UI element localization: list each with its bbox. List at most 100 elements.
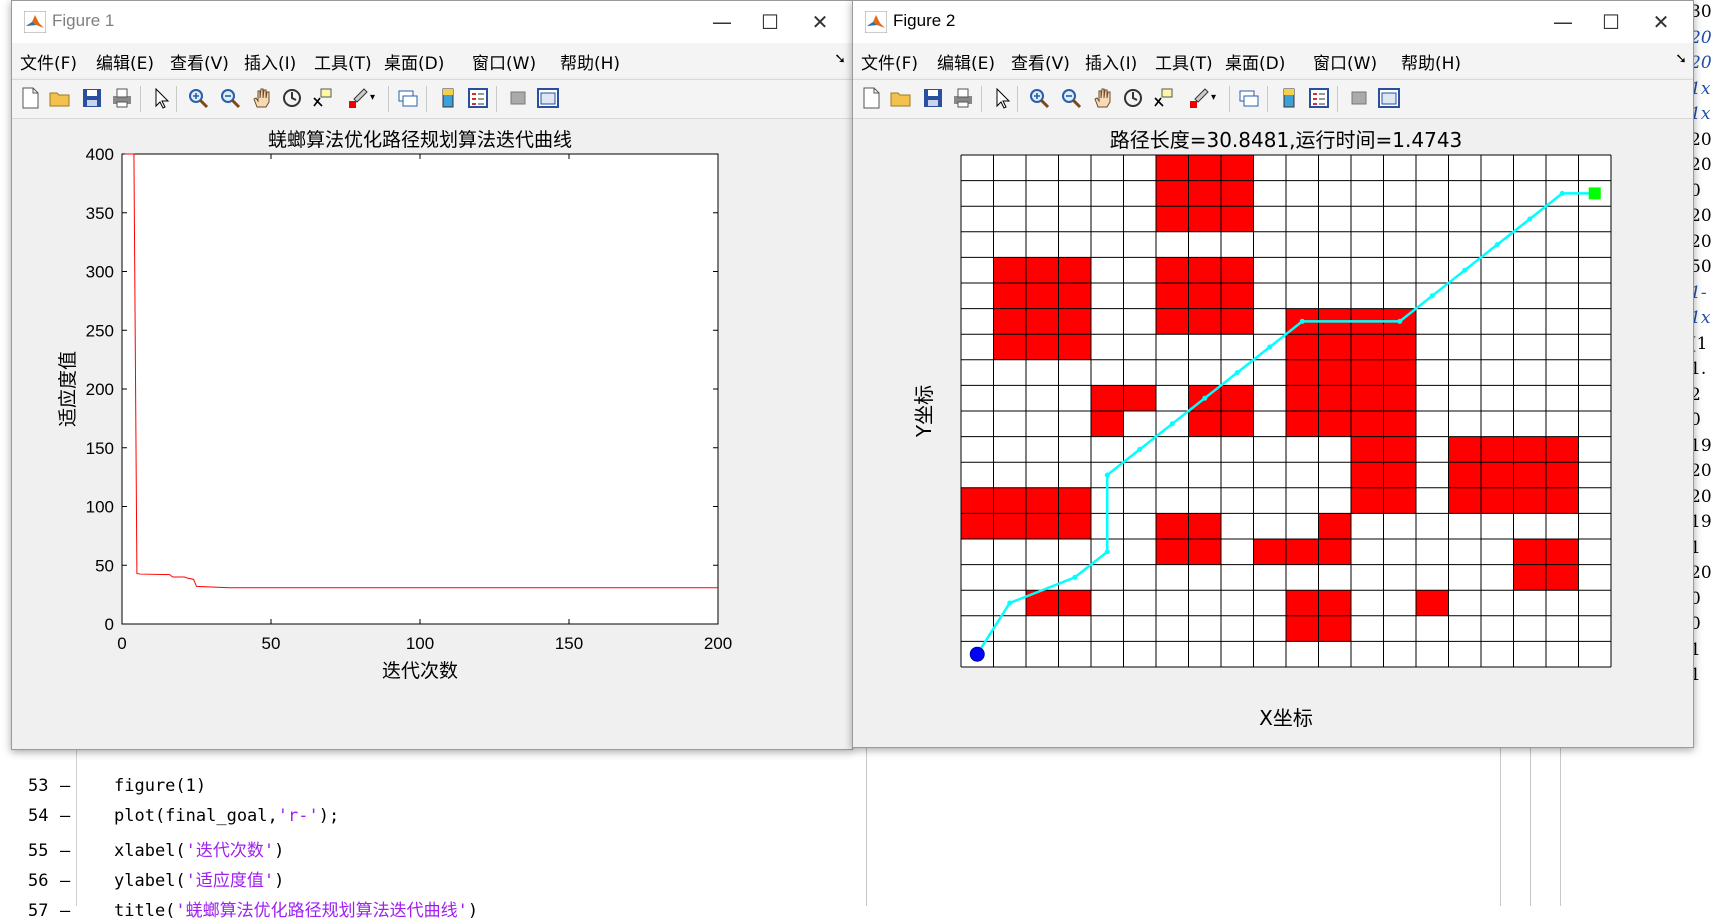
dock-arrow-icon[interactable]: ➘ — [834, 51, 846, 67]
y-tick-label: 0 — [105, 615, 114, 634]
save-icon[interactable] — [80, 86, 104, 110]
line-number: 57 — [28, 901, 49, 921]
menu-item[interactable]: 桌面(D) — [384, 49, 444, 74]
brush-icon[interactable] — [1187, 86, 1211, 110]
menu-item[interactable]: 查看(V) — [1011, 49, 1070, 74]
menu-item[interactable]: 插入(I) — [244, 49, 296, 74]
pointer-icon[interactable] — [991, 86, 1015, 110]
brush-dropdown-icon[interactable]: ▾ — [1211, 86, 1221, 110]
zoom-in-icon[interactable] — [1027, 86, 1051, 110]
obstacle-cell — [1221, 206, 1254, 232]
data-cursor-icon[interactable] — [310, 86, 334, 110]
obstacle-cell — [1221, 155, 1254, 181]
zoom-out-icon[interactable] — [1059, 86, 1083, 110]
panel-divider[interactable] — [1530, 730, 1531, 906]
menu-item[interactable]: 文件(F) — [20, 49, 77, 74]
editor-split-divider[interactable] — [866, 730, 867, 906]
hide-plot-tools-icon[interactable] — [506, 86, 530, 110]
obstacle-cell — [1351, 359, 1384, 386]
menu-item[interactable]: 工具(T) — [1155, 49, 1213, 74]
maximize-button[interactable]: ☐ — [750, 7, 790, 37]
menu-item[interactable]: 编辑(E) — [937, 49, 995, 74]
minimize-button[interactable]: — — [702, 7, 742, 37]
open-folder-icon[interactable] — [48, 86, 72, 110]
rotate-3d-icon[interactable] — [1121, 86, 1145, 110]
legend-icon[interactable] — [466, 86, 490, 110]
obstacle-cell — [1318, 590, 1351, 616]
close-button[interactable]: ✕ — [1641, 7, 1681, 37]
menu-item[interactable]: 帮助(H) — [560, 49, 620, 74]
obstacle-cell — [1026, 487, 1059, 514]
print-icon[interactable] — [951, 86, 975, 110]
legend-icon[interactable] — [1307, 86, 1331, 110]
figure2-titlebar[interactable]: Figure 2 — ☐ ✕ — [853, 1, 1693, 43]
menu-item[interactable]: 查看(V) — [170, 49, 229, 74]
figure1-title: Figure 1 — [52, 11, 115, 30]
dock-arrow-icon[interactable]: ➘ — [1675, 51, 1687, 67]
line-number: 55 — [28, 841, 49, 861]
path-waypoint — [1202, 395, 1208, 401]
code-editor[interactable]: plot_global_best,53—figure(1)54—plot(fin… — [0, 720, 1500, 921]
menu-item[interactable]: 工具(T) — [314, 49, 372, 74]
link-plot-icon[interactable] — [396, 86, 420, 110]
hide-plot-tools-icon[interactable] — [1347, 86, 1371, 110]
rotate-3d-icon[interactable] — [280, 86, 304, 110]
menu-item[interactable]: 窗口(W) — [472, 49, 536, 74]
breakpoint-marker[interactable]: — — [60, 901, 114, 921]
obstacle-cell — [1318, 539, 1351, 565]
obstacle-cell — [1026, 257, 1059, 283]
figure1-titlebar[interactable]: Figure 1 — ☐ ✕ — [12, 1, 852, 43]
pan-hand-icon[interactable] — [1091, 86, 1115, 110]
print-icon[interactable] — [110, 86, 134, 110]
zoom-in-icon[interactable] — [186, 86, 210, 110]
menu-item[interactable]: 窗口(W) — [1313, 49, 1377, 74]
menu-item[interactable]: 编辑(E) — [96, 49, 154, 74]
breakpoint-marker[interactable]: — — [60, 841, 114, 861]
breakpoint-marker[interactable]: — — [60, 871, 114, 891]
colorbar-icon[interactable] — [1277, 86, 1301, 110]
figure2-window[interactable]: Figure 2 — ☐ ✕ 文件(F) 编辑(E) 查看(V) 插入(I) 工具(T)… — [852, 0, 1694, 748]
close-button[interactable]: ✕ — [800, 7, 840, 37]
brush-dropdown-icon[interactable]: ▾ — [370, 86, 380, 110]
pointer-icon[interactable] — [150, 86, 174, 110]
menu-item[interactable]: 插入(I) — [1085, 49, 1137, 74]
save-icon[interactable] — [921, 86, 945, 110]
brush-icon[interactable] — [346, 86, 370, 110]
obstacle-cell — [1351, 487, 1384, 514]
maximize-button[interactable]: ☐ — [1591, 7, 1631, 37]
obstacle-cell — [961, 513, 994, 539]
toolbar-separator — [388, 86, 389, 112]
figure1-window[interactable]: Figure 1 — ☐ ✕ 文件(F) 编辑(E) 查看(V) 插入(I) 工具(T)… — [11, 0, 853, 750]
panel-divider-2 — [1560, 730, 1561, 906]
new-file-icon[interactable] — [18, 86, 42, 110]
start-point-marker — [969, 646, 985, 662]
obstacle-cell — [1481, 462, 1514, 488]
convergence-chart[interactable]: 0 50 100 150 200 0 50 100 150 200 250 300 350 400 蜣螂算法… — [12, 119, 850, 747]
obstacle-cell — [1123, 385, 1156, 411]
breakpoint-marker[interactable]: — — [60, 806, 114, 826]
link-plot-icon[interactable] — [1237, 86, 1261, 110]
new-file-icon[interactable] — [859, 86, 883, 110]
toolbar-separator — [426, 86, 427, 112]
path-planning-grid-chart[interactable]: 路径长度=30.8481,运行时间=1.4743 X坐标 Y坐标 — [853, 119, 1691, 745]
axes-box — [121, 153, 719, 625]
obstacle-cell — [1383, 462, 1416, 488]
breakpoint-marker[interactable]: — — [60, 776, 114, 796]
zoom-out-icon[interactable] — [218, 86, 242, 110]
open-folder-icon[interactable] — [889, 86, 913, 110]
obstacle-cell — [1546, 487, 1579, 514]
colorbar-icon[interactable] — [436, 86, 460, 110]
menu-item[interactable]: 帮助(H) — [1401, 49, 1461, 74]
show-plot-tools-icon[interactable] — [536, 86, 560, 110]
path-waypoint — [1397, 318, 1403, 324]
menu-item[interactable]: 桌面(D) — [1225, 49, 1285, 74]
menu-item[interactable]: 文件(F) — [861, 49, 918, 74]
obstacle-cell — [1188, 539, 1221, 565]
obstacle-cell — [1546, 436, 1579, 463]
obstacle-cell — [1188, 411, 1221, 437]
data-cursor-icon[interactable] — [1151, 86, 1175, 110]
pan-hand-icon[interactable] — [250, 86, 274, 110]
code-line: 53— figure(1) — [28, 776, 207, 796]
show-plot-tools-icon[interactable] — [1377, 86, 1401, 110]
minimize-button[interactable]: — — [1543, 7, 1583, 37]
